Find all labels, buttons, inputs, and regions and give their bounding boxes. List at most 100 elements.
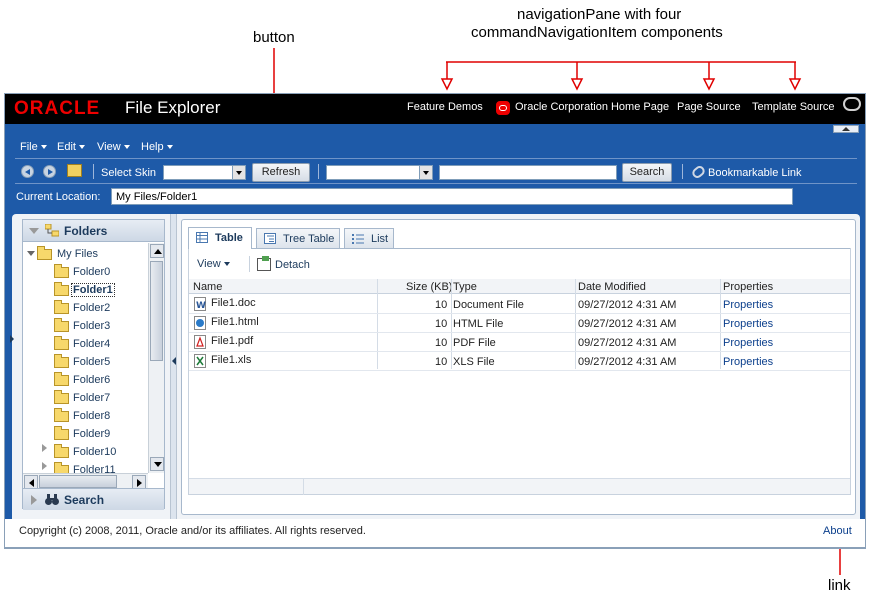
column-header-type[interactable]: Type — [453, 281, 477, 293]
file-name: File1.html — [211, 316, 259, 328]
tree-horizontal-scrollbar[interactable] — [23, 473, 148, 489]
table-row[interactable]: File1.xls 10 XLS File 09/27/2012 4:31 AM… — [189, 352, 850, 371]
about-link[interactable]: About — [823, 525, 852, 537]
menu-view-label: View — [97, 141, 121, 153]
nav-item-page-source[interactable]: Page Source — [677, 101, 741, 113]
tree-node-folder11[interactable]: Folder11 — [73, 464, 116, 473]
search-accordion-header[interactable]: Search — [23, 488, 164, 510]
properties-link[interactable]: Properties — [723, 356, 773, 368]
folder-icon — [54, 390, 69, 404]
expand-triangle-icon[interactable] — [42, 444, 47, 452]
toolbar-separator — [682, 164, 683, 179]
tab-list[interactable]: List — [344, 228, 394, 248]
horizontal-scroll-thumb[interactable] — [39, 475, 117, 488]
app-title: File Explorer — [125, 98, 221, 117]
folder-icon — [54, 354, 69, 368]
folder-icon — [54, 462, 69, 473]
tree-node-folder0[interactable]: Folder0 — [73, 266, 110, 278]
tree-node-folder1[interactable]: Folder1 — [71, 283, 115, 297]
table-toolbar: View Detach — [189, 248, 850, 276]
tree-node-folder10[interactable]: Folder10 — [73, 446, 116, 458]
svg-text:W: W — [196, 301, 206, 311]
detach-icon[interactable] — [257, 256, 271, 271]
menu-edit[interactable]: Edit — [57, 141, 85, 153]
tree-node-my-files[interactable]: My Files — [57, 248, 98, 260]
expand-triangle-icon[interactable] — [42, 462, 47, 470]
navigator-pane: Folders My Files Folder0 Folder1 Folder2… — [22, 219, 165, 510]
pdf-file-icon — [194, 335, 206, 349]
scroll-down-button[interactable] — [150, 457, 164, 471]
collapse-left-arrow-icon[interactable] — [10, 335, 14, 343]
properties-link[interactable]: Properties — [723, 318, 773, 330]
vertical-scroll-thumb[interactable] — [150, 261, 163, 361]
tab-tree-table[interactable]: Tree Table — [256, 228, 340, 248]
bookmarkable-link[interactable]: Bookmarkable Link — [708, 167, 802, 179]
detach-button[interactable]: Detach — [275, 259, 310, 271]
file-view-pane: Table Tree Table List View Detach Name S… — [181, 219, 856, 515]
collapse-triangle-icon[interactable] — [27, 251, 35, 256]
tree-node-folder4[interactable]: Folder4 — [73, 338, 110, 350]
pane-splitter[interactable] — [170, 214, 177, 519]
back-icon[interactable] — [21, 165, 34, 178]
excel-file-icon — [194, 354, 206, 368]
column-header-name[interactable]: Name — [193, 281, 222, 293]
tree-vertical-scrollbar[interactable] — [148, 243, 164, 473]
tree-node-folder6[interactable]: Folder6 — [73, 374, 110, 386]
menu-view[interactable]: View — [97, 141, 130, 153]
scroll-right-button[interactable] — [132, 475, 146, 489]
file-date-modified: 09/27/2012 4:31 AM — [578, 337, 677, 349]
properties-link[interactable]: Properties — [723, 337, 773, 349]
tree-node-folder9[interactable]: Folder9 — [73, 428, 110, 440]
folders-accordion-header[interactable]: Folders — [23, 220, 164, 242]
folder-up-icon[interactable] — [67, 164, 82, 177]
file-size: 10 — [435, 318, 448, 330]
column-header-properties[interactable]: Properties — [723, 281, 773, 293]
content-panel: Folders My Files Folder0 Folder1 Folder2… — [10, 214, 860, 525]
tree-node-folder7[interactable]: Folder7 — [73, 392, 110, 404]
annotation-link: link — [828, 577, 851, 594]
tree-node-folder5[interactable]: Folder5 — [73, 356, 110, 368]
table-row[interactable]: File1.pdf 10 PDF File 09/27/2012 4:31 AM… — [189, 333, 850, 352]
nav-item-oracle-home-page[interactable]: Oracle Corporation Home Page — [515, 101, 669, 113]
current-location-label: Current Location: — [16, 191, 101, 203]
forward-icon[interactable] — [43, 165, 56, 178]
tab-table[interactable]: Table — [188, 227, 252, 249]
scroll-up-button[interactable] — [150, 244, 164, 258]
nav-item-template-source[interactable]: Template Source — [752, 101, 835, 113]
file-name: File1.pdf — [211, 335, 254, 347]
properties-link[interactable]: Properties — [723, 299, 773, 311]
search-scope-select[interactable] — [326, 165, 433, 180]
collapse-navigator-icon[interactable] — [172, 357, 176, 365]
search-title: Search — [64, 493, 105, 507]
oracle-logo: ORACLE — [14, 98, 101, 119]
application-window: ORACLE File Explorer Feature Demos Oracl… — [4, 93, 866, 549]
column-header-size[interactable]: Size (KB) — [406, 281, 452, 293]
tab-tree-table-label: Tree Table — [283, 233, 335, 245]
nav-item-feature-demos[interactable]: Feature Demos — [407, 101, 483, 113]
table-view-menu[interactable]: View — [197, 258, 230, 270]
table-footer — [189, 478, 850, 495]
folder-tree: My Files Folder0 Folder1 Folder2 Folder3… — [23, 243, 147, 473]
search-button[interactable]: Search — [622, 163, 672, 182]
current-location-field[interactable]: My Files/Folder1 — [111, 188, 793, 205]
folder-icon — [54, 318, 69, 332]
tree-node-folder2[interactable]: Folder2 — [73, 302, 110, 314]
tree-node-folder8[interactable]: Folder8 — [73, 410, 110, 422]
collapse-header-button[interactable] — [833, 125, 859, 133]
column-header-date-modified[interactable]: Date Modified — [578, 281, 646, 293]
tree-node-folder3[interactable]: Folder3 — [73, 320, 110, 332]
file-size: 10 — [435, 337, 448, 349]
refresh-button[interactable]: Refresh — [252, 163, 310, 182]
annotation-button: button — [253, 29, 295, 46]
menu-file[interactable]: File — [20, 141, 47, 153]
chevron-down-icon — [232, 166, 245, 179]
scroll-left-button[interactable] — [24, 475, 38, 489]
skin-select[interactable] — [163, 165, 246, 180]
menu-help[interactable]: Help — [141, 141, 173, 153]
search-input[interactable] — [439, 165, 617, 180]
table-row[interactable]: File1.html 10 HTML File 09/27/2012 4:31 … — [189, 314, 850, 333]
chevron-down-icon — [78, 145, 85, 150]
table-row[interactable]: W File1.doc 10 Document File 09/27/2012 … — [189, 295, 850, 314]
folder-icon — [54, 336, 69, 350]
help-icon[interactable] — [843, 97, 861, 111]
